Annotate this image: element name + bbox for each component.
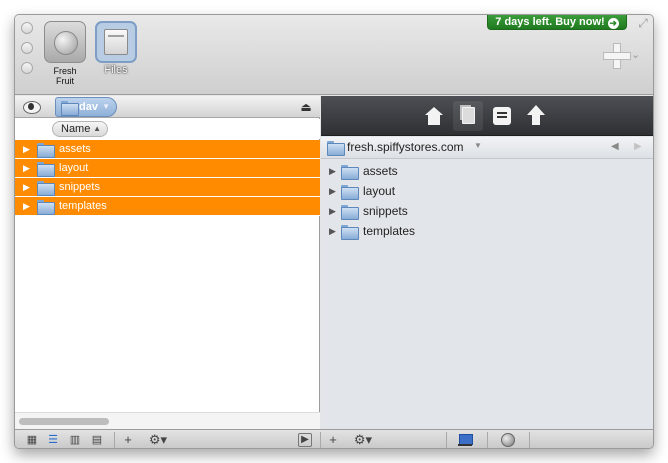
folder-icon [327,141,345,156]
upload-button[interactable] [521,101,551,131]
disclosure-triangle-icon[interactable]: ▶ [329,161,336,181]
sort-ascending-icon: ▲ [93,124,101,133]
fullscreen-icon[interactable]: ⤢ [636,16,650,30]
globe-server-icon [44,21,86,63]
preview-icon[interactable]: ▶ [298,433,312,447]
item-name: snippets [363,204,408,218]
disclosure-triangle-icon[interactable]: ▶ [329,181,336,201]
minimize-button[interactable] [21,42,33,54]
item-name: assets [59,143,91,155]
status-bar: ▦ ☰ ▥ ▤ + ⚙▾ ▶ + ⚙▾ [15,429,653,448]
toolbar: Fresh Fruit Files 7 days left. Buy now! ➜… [15,15,653,95]
icon-view-icon[interactable]: ▦ [25,433,39,447]
favorite-label: Fresh Fruit [53,66,77,86]
list-item[interactable]: ▶ templates [321,221,653,241]
notes-icon [493,107,511,125]
column-header: Name ▲ [15,119,320,139]
notes-button[interactable] [487,101,517,131]
remote-file-list: ▶ assets ▶ layout ▶ snippets ▶ templates [321,161,653,241]
plus-icon [603,43,631,69]
divider [487,432,488,448]
disclosure-triangle-icon[interactable]: ▶ [23,197,30,215]
path-breadcrumb[interactable]: dav ▼ [55,97,117,117]
scrollbar-thumb[interactable] [19,418,109,425]
item-name: templates [59,200,107,212]
file-list: ▶ assets ▶ layout ▶ snippets ▶ templates [15,140,320,216]
zoom-button[interactable] [21,62,33,74]
chevron-down-icon: ⌄ [631,49,641,61]
chevron-down-icon[interactable]: ▼ [474,141,482,150]
back-arrow-icon[interactable]: ◀ [611,141,619,152]
item-name: assets [363,164,398,178]
folder-icon [341,225,359,240]
list-item[interactable]: ▶ layout [15,159,320,178]
add-favorite-menu[interactable]: ⌄ [603,43,643,69]
home-button[interactable] [419,101,449,131]
remote-toolbar [321,96,653,136]
favorite-label: Files [104,64,128,76]
folder-icon [37,162,55,177]
sort-by-name-button[interactable]: Name ▲ [52,121,108,137]
remote-path-bar: fresh.spiffystores.com ▼ ◀ ▶ [321,137,653,159]
eject-icon[interactable]: ⏏ [298,99,314,115]
upload-icon [527,105,545,127]
horizontal-scrollbar[interactable] [15,412,320,429]
folder-icon [37,143,55,158]
forward-arrow-icon[interactable]: ▶ [634,141,642,152]
disclosure-triangle-icon[interactable]: ▶ [23,140,30,158]
item-name: layout [59,162,89,174]
arrow-right-circle-icon: ➜ [607,18,619,29]
network-icon[interactable] [500,433,515,447]
documents-button[interactable] [453,101,483,131]
list-item[interactable]: ▶ assets [15,140,320,159]
close-button[interactable] [21,22,33,34]
folder-icon [341,165,359,180]
breadcrumb-label: dav [79,101,98,113]
remote-browser-pane: fresh.spiffystores.com ▼ ◀ ▶ ▶ assets ▶ … [321,96,653,429]
trial-buy-button[interactable]: 7 days left. Buy now! ➜ [487,15,627,30]
divider [446,432,447,448]
local-disk-icon[interactable] [458,433,473,447]
list-item[interactable]: ▶ templates [15,197,320,216]
item-name: layout [363,184,396,198]
gear-icon[interactable]: ⚙▾ [348,433,378,447]
gear-icon[interactable]: ⚙▾ [143,433,173,447]
list-item[interactable]: ▶ snippets [321,201,653,221]
list-item[interactable]: ▶ assets [321,161,653,181]
disclosure-triangle-icon[interactable]: ▶ [329,201,336,221]
add-icon[interactable]: + [121,433,135,447]
home-icon [425,107,443,125]
item-name: snippets [59,181,100,193]
divider [114,432,115,448]
item-name: templates [363,224,416,238]
list-item[interactable]: ▶ layout [321,181,653,201]
path-bar: dav ▼ ⏏ [15,96,320,118]
app-window: Fresh Fruit Files 7 days left. Buy now! ➜… [14,14,654,449]
column-view-icon[interactable]: ▥ [67,433,83,447]
eye-icon[interactable] [23,100,41,114]
folder-icon [37,181,55,196]
local-browser-pane: dav ▼ ⏏ Name ▲ ▶ assets ▶ layout ▶ snipp… [15,96,320,429]
folder-icon [341,205,359,220]
remote-host-path[interactable]: fresh.spiffystores.com [347,137,463,158]
favorite-files[interactable]: Files [94,21,138,76]
trial-buy-label: 7 days left. Buy now! [495,16,605,28]
favorite-fresh-fruit[interactable]: Fresh Fruit [43,21,87,86]
folder-icon [61,101,79,116]
documents-icon [462,107,475,124]
divider [529,432,530,448]
disclosure-triangle-icon[interactable]: ▶ [23,178,30,196]
folder-icon [37,200,55,215]
coverflow-view-icon[interactable]: ▤ [89,433,105,447]
disclosure-triangle-icon[interactable]: ▶ [329,221,336,241]
add-icon[interactable]: + [326,433,340,447]
divider [320,432,321,448]
folder-icon [341,185,359,200]
files-box-icon [95,21,137,63]
column-header-label: Name [61,123,91,135]
list-view-icon[interactable]: ☰ [45,433,61,447]
list-item[interactable]: ▶ snippets [15,178,320,197]
chevron-down-icon: ▼ [102,102,110,111]
disclosure-triangle-icon[interactable]: ▶ [23,159,30,177]
